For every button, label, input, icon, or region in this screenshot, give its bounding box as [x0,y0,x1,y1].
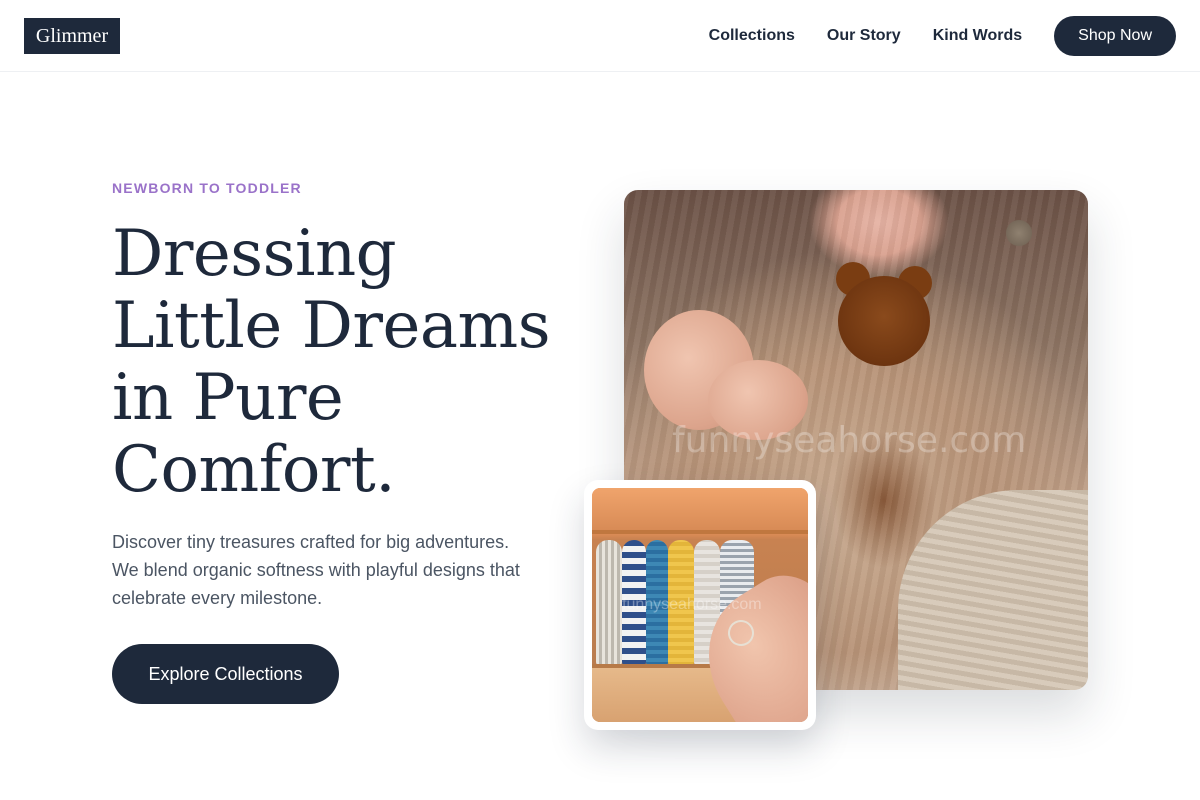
drawer-edge [592,488,808,534]
hero-eyebrow: NEWBORN TO TODDLER [112,180,302,196]
hero-headline: Dressing Little Dreams in Pure Comfort. [112,218,592,506]
bear-face [838,276,930,366]
image-watermark: funnyseahorse.com [622,596,762,613]
drawer-image: funnyseahorse.com [592,488,808,722]
logo[interactable]: Glimmer [24,18,120,54]
bear-patch [834,262,934,366]
main-nav: Collections Our Story Kind Words Shop No… [709,16,1176,56]
folded-cloth [596,540,622,666]
hero-description: Discover tiny treasures crafted for big … [112,528,572,612]
site-header: Glimmer Collections Our Story Kind Words… [0,0,1200,72]
nav-link-kind-words[interactable]: Kind Words [933,27,1022,45]
headline-line: Little Dreams [112,289,551,363]
explore-collections-button[interactable]: Explore Collections [112,644,339,704]
description-line: Discover tiny treasures crafted for big … [112,532,510,552]
headline-line: in Pure [112,361,344,435]
headline-line: Comfort. [112,433,396,507]
headline-line: Dressing [112,217,397,291]
image-watermark: funnyseahorse.com [672,420,1027,461]
nav-link-our-story[interactable]: Our Story [827,27,901,45]
description-line: We blend organic softness with playful d… [112,560,520,580]
nav-link-collections[interactable]: Collections [709,27,795,45]
hero-secondary-image-card: funnyseahorse.com [584,480,816,730]
shop-now-button[interactable]: Shop Now [1054,16,1176,56]
description-line: celebrate every milestone. [112,588,323,608]
sweater-button [1006,220,1032,246]
